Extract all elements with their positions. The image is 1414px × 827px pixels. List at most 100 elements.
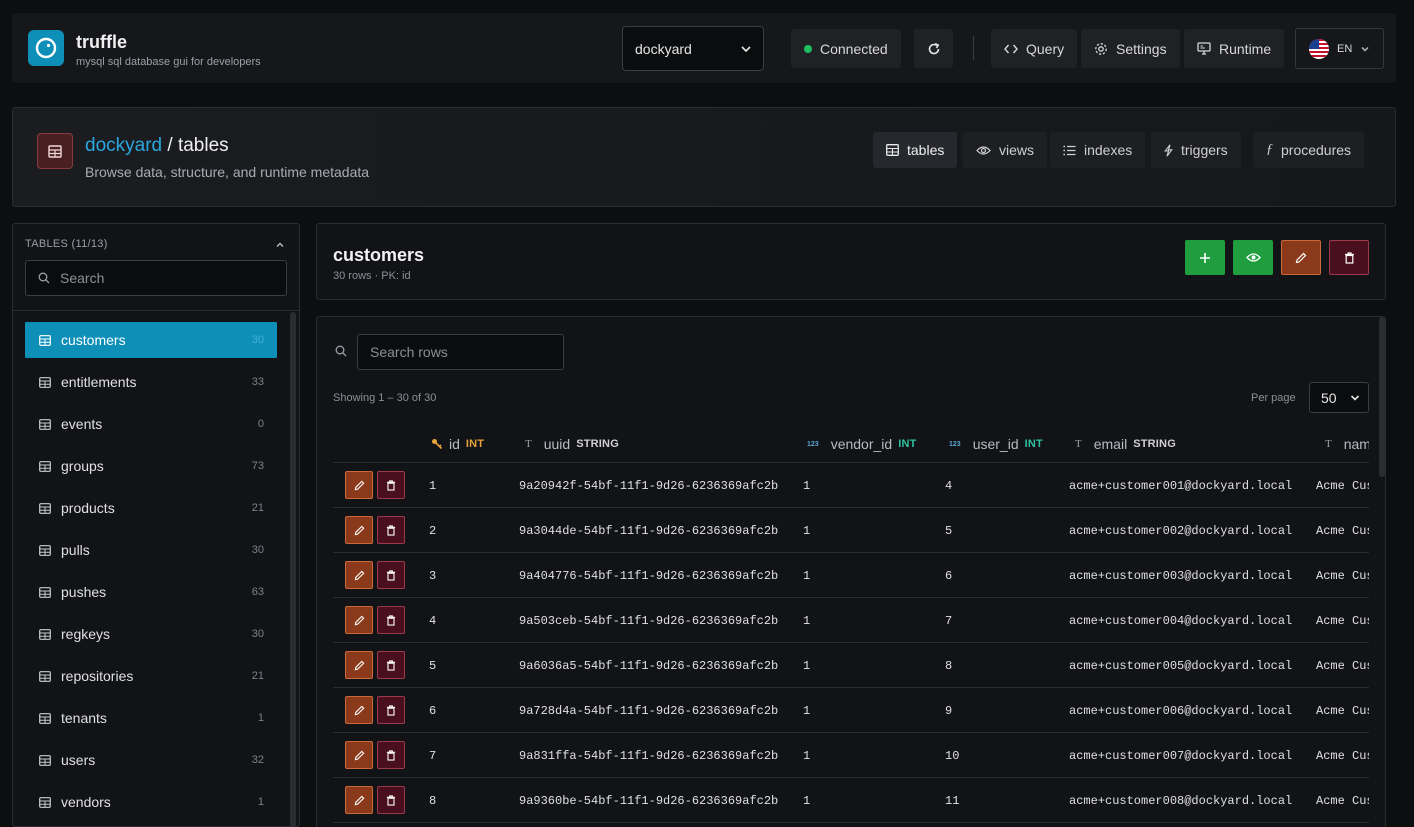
edit-row-button[interactable] (345, 561, 373, 589)
delete-row-button[interactable] (377, 696, 405, 724)
delete-row-button[interactable] (377, 516, 405, 544)
query-button[interactable]: Query (991, 29, 1078, 68)
sidebar-item-tenants[interactable]: tenants 1 (25, 700, 277, 736)
breadcrumb-database-link[interactable]: dockyard (85, 135, 162, 156)
cell-uuid[interactable]: 9a3044de-54bf-11f1-9d26-6236369afc2b (519, 508, 778, 553)
cell-name[interactable]: Acme Cus (1316, 508, 1369, 553)
cell-vendor-id[interactable]: 1 (803, 598, 810, 643)
cell-uuid[interactable]: 9a831ffa-54bf-11f1-9d26-6236369afc2b (519, 733, 778, 778)
delete-row-button[interactable] (377, 471, 405, 499)
cell-user-id[interactable]: 10 (945, 733, 959, 778)
sidebar-item-users[interactable]: users 32 (25, 742, 277, 778)
database-select[interactable]: dockyard (622, 26, 764, 71)
cell-name[interactable]: Acme Cus (1316, 643, 1369, 688)
cell-name[interactable]: Acme Cus (1316, 688, 1369, 733)
edit-row-button[interactable] (345, 606, 373, 634)
edit-row-button[interactable] (345, 471, 373, 499)
cell-id[interactable]: 1 (429, 463, 436, 508)
cell-uuid[interactable]: 9a503ceb-54bf-11f1-9d26-6236369afc2b (519, 598, 778, 643)
cell-user-id[interactable]: 6 (945, 553, 952, 598)
cell-name[interactable]: Acme Cus (1316, 463, 1369, 508)
cell-vendor-id[interactable]: 1 (803, 688, 810, 733)
tab-tables[interactable]: tables (873, 132, 958, 168)
sidebar-item-entitlements[interactable]: entitlements 33 (25, 364, 277, 400)
view-structure-button[interactable] (1233, 240, 1273, 275)
rows-scrollbar[interactable] (1379, 317, 1385, 477)
delete-row-button[interactable] (377, 651, 405, 679)
cell-uuid[interactable]: 9a404776-54bf-11f1-9d26-6236369afc2b (519, 553, 778, 598)
column-header-id[interactable]: id INT (431, 425, 484, 463)
sidebar-item-pushes[interactable]: pushes 63 (25, 574, 277, 610)
app-logo[interactable] (28, 30, 64, 66)
cell-name[interactable]: Acme Cus (1316, 553, 1369, 598)
cell-user-id[interactable]: 9 (945, 688, 952, 733)
edit-row-button[interactable] (345, 651, 373, 679)
cell-uuid[interactable]: 9a6036a5-54bf-11f1-9d26-6236369afc2b (519, 643, 778, 688)
cell-vendor-id[interactable]: 1 (803, 463, 810, 508)
per-page-select[interactable]: 50 (1309, 382, 1369, 413)
sidebar-item-pulls[interactable]: pulls 30 (25, 532, 277, 568)
delete-row-button[interactable] (377, 561, 405, 589)
cell-id[interactable]: 8 (429, 778, 436, 823)
sidebar-item-regkeys[interactable]: regkeys 30 (25, 616, 277, 652)
edit-row-button[interactable] (345, 696, 373, 724)
column-header-uuid[interactable]: T uuid STRING (525, 425, 619, 463)
row-search-field[interactable] (357, 334, 564, 370)
cell-email[interactable]: acme+customer003@dockyard.local (1069, 553, 1292, 598)
delete-row-button[interactable] (377, 741, 405, 769)
delete-table-button[interactable] (1329, 240, 1369, 275)
cell-id[interactable]: 3 (429, 553, 436, 598)
sidebar-item-products[interactable]: products 21 (25, 490, 277, 526)
edit-row-button[interactable] (345, 516, 373, 544)
row-search-input[interactable] (370, 344, 550, 360)
cell-id[interactable]: 5 (429, 643, 436, 688)
settings-button[interactable]: Settings (1081, 29, 1180, 68)
tab-triggers[interactable]: triggers (1151, 132, 1241, 168)
refresh-button[interactable] (914, 29, 953, 68)
cell-email[interactable]: acme+customer006@dockyard.local (1069, 688, 1292, 733)
cell-id[interactable]: 7 (429, 733, 436, 778)
edit-table-button[interactable] (1281, 240, 1321, 275)
table-search-input[interactable] (60, 270, 260, 286)
sidebar-scrollbar[interactable] (290, 312, 296, 826)
cell-email[interactable]: acme+customer008@dockyard.local (1069, 778, 1292, 823)
edit-row-button[interactable] (345, 741, 373, 769)
table-search-field[interactable] (25, 260, 287, 296)
cell-user-id[interactable]: 11 (945, 778, 959, 823)
delete-row-button[interactable] (377, 606, 405, 634)
cell-uuid[interactable]: 9a9360be-54bf-11f1-9d26-6236369afc2b (519, 778, 778, 823)
cell-email[interactable]: acme+customer002@dockyard.local (1069, 508, 1292, 553)
cell-name[interactable]: Acme Cus (1316, 598, 1369, 643)
column-header-email[interactable]: T email STRING (1075, 425, 1176, 463)
cell-id[interactable]: 2 (429, 508, 436, 553)
delete-row-button[interactable] (377, 786, 405, 814)
cell-email[interactable]: acme+customer004@dockyard.local (1069, 598, 1292, 643)
sidebar-item-repositories[interactable]: repositories 21 (25, 658, 277, 694)
cell-id[interactable]: 6 (429, 688, 436, 733)
cell-user-id[interactable]: 7 (945, 598, 952, 643)
tab-procedures[interactable]: ƒ procedures (1253, 132, 1365, 168)
column-header-vendor-id[interactable]: 123 vendor_id INT (807, 425, 917, 463)
cell-email[interactable]: acme+customer005@dockyard.local (1069, 643, 1292, 688)
runtime-button[interactable]: Runtime (1184, 29, 1285, 68)
sidebar-item-events[interactable]: events 0 (25, 406, 277, 442)
cell-user-id[interactable]: 4 (945, 463, 952, 508)
cell-user-id[interactable]: 8 (945, 643, 952, 688)
sidebar-item-groups[interactable]: groups 73 (25, 448, 277, 484)
cell-vendor-id[interactable]: 1 (803, 778, 810, 823)
cell-vendor-id[interactable]: 1 (803, 643, 810, 688)
cell-uuid[interactable]: 9a20942f-54bf-11f1-9d26-6236369afc2b (519, 463, 778, 508)
edit-row-button[interactable] (345, 786, 373, 814)
cell-id[interactable]: 4 (429, 598, 436, 643)
add-row-button[interactable] (1185, 240, 1225, 275)
cell-vendor-id[interactable]: 1 (803, 553, 810, 598)
cell-uuid[interactable]: 9a728d4a-54bf-11f1-9d26-6236369afc2b (519, 688, 778, 733)
cell-email[interactable]: acme+customer007@dockyard.local (1069, 733, 1292, 778)
cell-vendor-id[interactable]: 1 (803, 733, 810, 778)
language-select[interactable]: EN (1295, 28, 1385, 69)
tab-indexes[interactable]: indexes (1050, 132, 1146, 168)
column-header-user-id[interactable]: 123 user_id INT (949, 425, 1043, 463)
cell-name[interactable]: Acme Cus (1316, 778, 1369, 823)
collapse-sidebar-button[interactable] (275, 237, 285, 253)
cell-name[interactable]: Acme Cus (1316, 733, 1369, 778)
